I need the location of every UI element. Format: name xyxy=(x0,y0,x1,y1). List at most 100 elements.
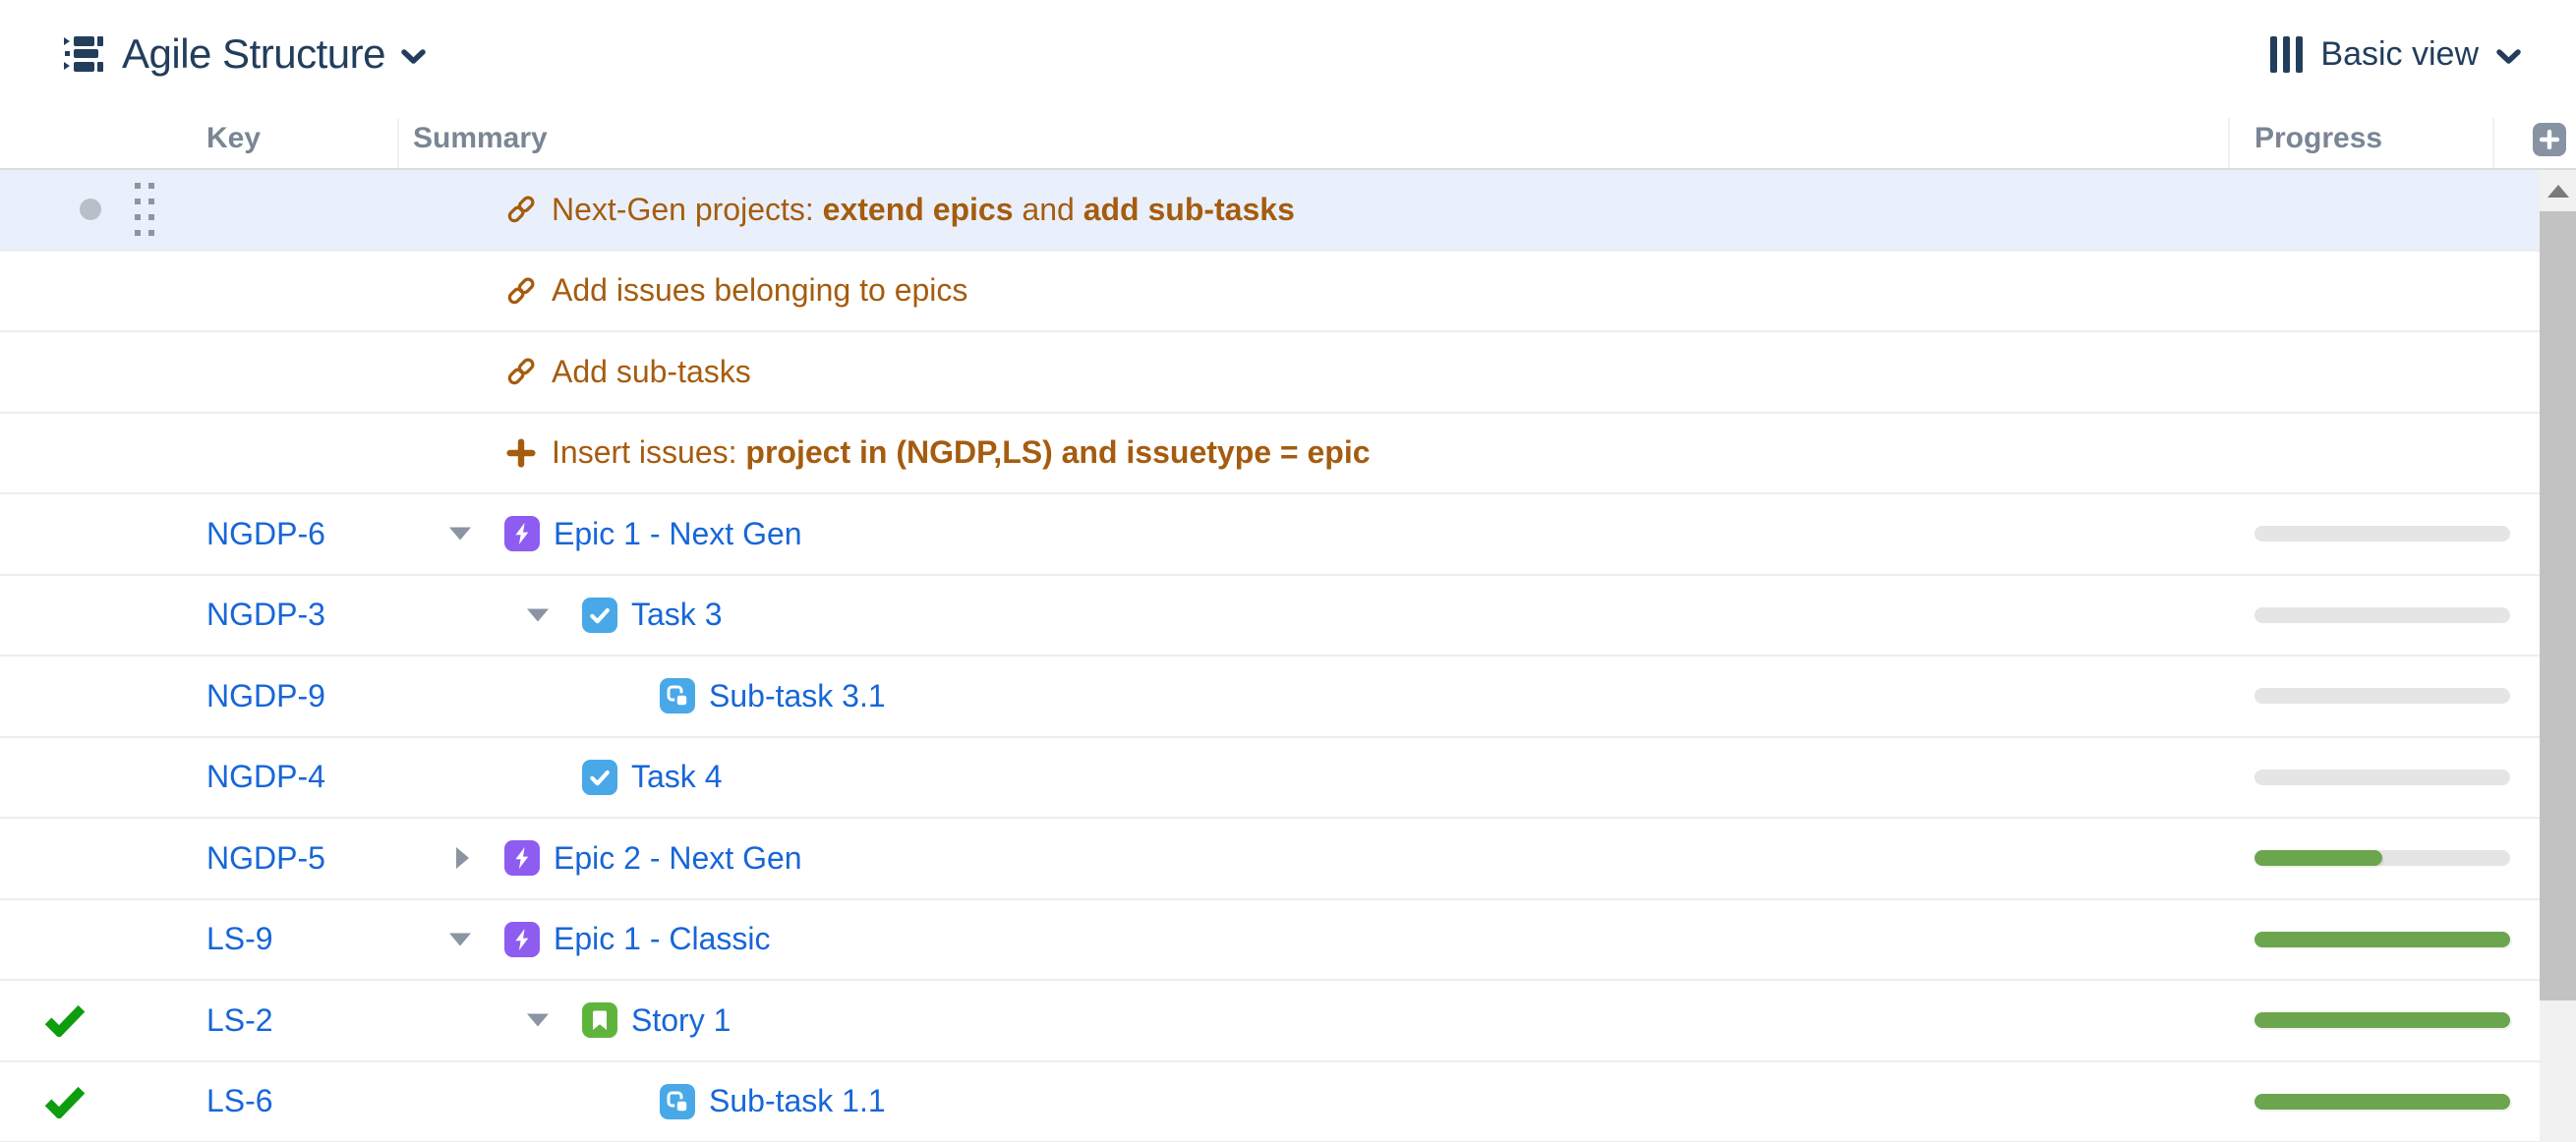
summary-segment: Insert issues: xyxy=(552,434,745,470)
structure-title: Agile Structure xyxy=(122,30,385,78)
epic-icon xyxy=(504,516,540,551)
generator-row[interactable]: Add issues belonging to epics xyxy=(0,252,2540,333)
issue-key-link[interactable]: NGDP-5 xyxy=(206,819,325,898)
add-column-button[interactable] xyxy=(2533,123,2566,156)
vertical-scrollbar[interactable] xyxy=(2540,170,2576,1142)
issue-summary-link[interactable]: Task 4 xyxy=(631,759,722,795)
task-icon xyxy=(582,598,617,633)
issue-key-link[interactable]: LS-2 xyxy=(206,981,273,1060)
collapse-arrow-icon[interactable] xyxy=(449,528,471,541)
link-icon xyxy=(504,193,538,226)
summary-cell: Epic 2 - Next Gen xyxy=(504,819,802,898)
progress-bar xyxy=(2254,1012,2510,1028)
summary-cell: Sub-task 1.1 xyxy=(660,1062,886,1142)
summary-cell: Task 3 xyxy=(582,576,722,656)
summary-segment: Add sub-tasks xyxy=(552,354,751,389)
collapse-arrow-icon[interactable] xyxy=(527,1014,549,1027)
column-separator xyxy=(2228,118,2230,168)
issue-key-link[interactable]: NGDP-6 xyxy=(206,494,325,574)
chevron-down-icon xyxy=(401,49,426,65)
issue-row[interactable]: NGDP-4 Task 4 xyxy=(0,738,2540,820)
table-header: Key Summary Progress xyxy=(0,108,2576,170)
progress-bar xyxy=(2254,850,2510,866)
issue-key-link[interactable]: NGDP-9 xyxy=(206,657,325,736)
issue-table-body: Next-Gen projects: extend epics and add … xyxy=(0,170,2540,1142)
generator-row[interactable]: Add sub-tasks xyxy=(0,332,2540,414)
summary-cell: Task 4 xyxy=(582,738,722,818)
issue-summary-link[interactable]: Epic 2 - Next Gen xyxy=(554,840,802,877)
issue-row[interactable]: NGDP-3 Task 3 xyxy=(0,576,2540,657)
issue-summary-link[interactable]: Sub-task 3.1 xyxy=(709,678,886,714)
expand-arrow-icon[interactable] xyxy=(456,847,469,869)
issue-row[interactable]: NGDP-5 Epic 2 - Next Gen xyxy=(0,819,2540,900)
progress-bar xyxy=(2254,932,2510,947)
chevron-down-icon xyxy=(2496,49,2521,65)
progress-fill xyxy=(2254,850,2382,866)
issue-key-link[interactable]: NGDP-4 xyxy=(206,738,325,818)
progress-bar xyxy=(2254,526,2510,542)
resolved-check-icon xyxy=(43,1003,87,1037)
summary-segment: project in (NGDP,LS) and issuetype = epi… xyxy=(745,434,1370,470)
link-icon xyxy=(504,274,538,308)
plus-icon xyxy=(2540,130,2559,149)
collapse-arrow-icon[interactable] xyxy=(527,608,549,621)
view-label: Basic view xyxy=(2320,35,2479,74)
issue-key-link[interactable]: LS-9 xyxy=(206,900,273,980)
epic-icon xyxy=(504,840,540,876)
summary-cell: Story 1 xyxy=(582,981,731,1060)
scrollbar-thumb[interactable] xyxy=(2540,211,2576,1000)
progress-fill xyxy=(2254,1012,2510,1028)
column-header-progress[interactable]: Progress xyxy=(2254,108,2382,168)
issue-summary-link[interactable]: Sub-task 1.1 xyxy=(709,1083,886,1119)
progress-bar xyxy=(2254,688,2510,704)
arrow-up-icon xyxy=(2547,185,2569,198)
structure-icon xyxy=(61,31,106,77)
subtask-icon xyxy=(660,678,695,714)
link-icon xyxy=(504,355,538,388)
scroll-up-button[interactable] xyxy=(2540,170,2576,211)
summary-cell: Insert issues: project in (NGDP,LS) and … xyxy=(504,414,1371,493)
issue-row[interactable]: LS-6 Sub-task 1.1 xyxy=(0,1062,2540,1142)
column-header-summary[interactable]: Summary xyxy=(413,108,548,168)
issue-row[interactable]: NGDP-9 Sub-task 3.1 xyxy=(0,657,2540,738)
issue-key-link[interactable]: LS-6 xyxy=(206,1062,273,1142)
issue-summary-link[interactable]: Epic 1 - Classic xyxy=(554,921,771,957)
issue-row[interactable]: NGDP-6 Epic 1 - Next Gen xyxy=(0,494,2540,576)
issue-summary-link[interactable]: Story 1 xyxy=(631,1002,731,1039)
issue-summary-link[interactable]: Task 3 xyxy=(631,597,722,633)
generator-summary[interactable]: Add issues belonging to epics xyxy=(552,272,967,309)
generator-summary[interactable]: Next-Gen projects: extend epics and add … xyxy=(552,192,1295,228)
column-header-key[interactable]: Key xyxy=(206,108,261,168)
task-icon xyxy=(582,760,617,795)
columns-icon xyxy=(2270,36,2303,73)
subtask-icon xyxy=(660,1084,695,1119)
resolved-check-icon xyxy=(43,1085,87,1118)
plus-icon xyxy=(504,436,538,470)
drag-handle[interactable] xyxy=(135,183,154,236)
summary-segment: Add issues belonging to epics xyxy=(552,272,967,308)
summary-cell: Add issues belonging to epics xyxy=(504,252,967,331)
generator-row[interactable]: Next-Gen projects: extend epics and add … xyxy=(0,170,2540,252)
generator-summary[interactable]: Insert issues: project in (NGDP,LS) and … xyxy=(552,434,1371,471)
issue-row[interactable]: LS-9 Epic 1 - Classic xyxy=(0,900,2540,982)
progress-bar xyxy=(2254,607,2510,623)
generator-row[interactable]: Insert issues: project in (NGDP,LS) and … xyxy=(0,414,2540,495)
issue-key-link[interactable]: NGDP-3 xyxy=(206,576,325,656)
selection-bullet xyxy=(80,199,101,220)
summary-cell: Epic 1 - Next Gen xyxy=(504,494,802,574)
progress-fill xyxy=(2254,932,2510,947)
view-selector[interactable]: Basic view xyxy=(2270,0,2521,108)
issue-row[interactable]: LS-2 Story 1 xyxy=(0,981,2540,1062)
issue-summary-link[interactable]: Epic 1 - Next Gen xyxy=(554,516,802,552)
structure-selector[interactable]: Agile Structure xyxy=(61,0,426,108)
collapse-arrow-icon[interactable] xyxy=(449,933,471,945)
summary-cell: Add sub-tasks xyxy=(504,332,751,412)
summary-segment: and xyxy=(1014,192,1083,227)
progress-bar xyxy=(2254,770,2510,785)
summary-segment: Next-Gen projects: xyxy=(552,192,823,227)
summary-segment: add sub-tasks xyxy=(1083,192,1295,227)
summary-cell: Next-Gen projects: extend epics and add … xyxy=(504,170,1295,250)
column-separator xyxy=(2492,118,2494,168)
generator-summary[interactable]: Add sub-tasks xyxy=(552,354,751,390)
summary-segment: extend epics xyxy=(823,192,1014,227)
